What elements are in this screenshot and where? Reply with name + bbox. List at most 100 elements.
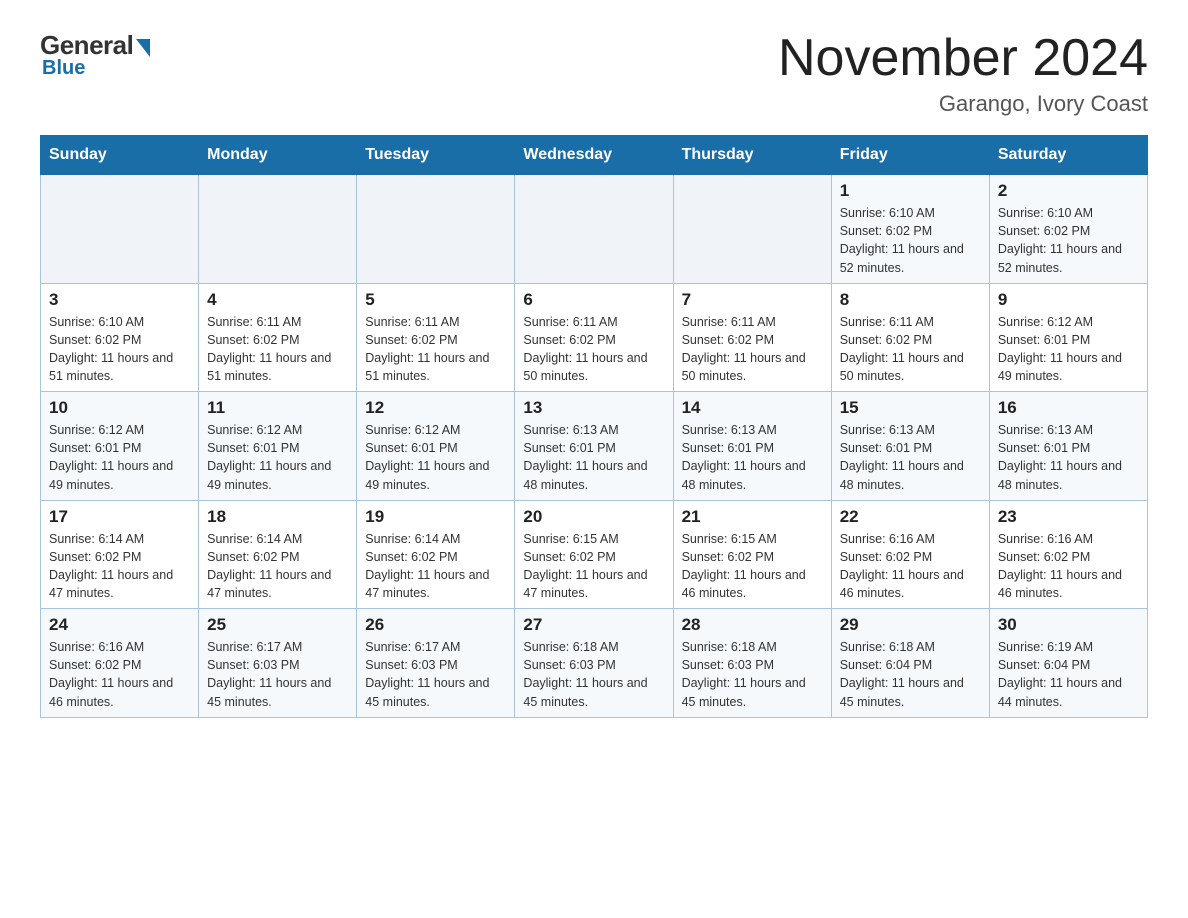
day-info: Sunrise: 6:10 AMSunset: 6:02 PMDaylight:…: [49, 313, 190, 386]
day-number: 21: [682, 507, 823, 527]
day-info: Sunrise: 6:16 AMSunset: 6:02 PMDaylight:…: [840, 530, 981, 603]
day-number: 17: [49, 507, 190, 527]
calendar-header-row: SundayMondayTuesdayWednesdayThursdayFrid…: [41, 136, 1148, 175]
calendar-cell: 27 Sunrise: 6:18 AMSunset: 6:03 PMDayligh…: [515, 609, 673, 718]
day-number: 18: [207, 507, 348, 527]
calendar-cell: [673, 175, 831, 284]
calendar-week-row: 24 Sunrise: 6:16 AMSunset: 6:02 PMDayligh…: [41, 609, 1148, 718]
day-of-week-header: Wednesday: [515, 136, 673, 175]
day-info: Sunrise: 6:19 AMSunset: 6:04 PMDaylight:…: [998, 638, 1139, 711]
day-info: Sunrise: 6:18 AMSunset: 6:04 PMDaylight:…: [840, 638, 981, 711]
calendar-cell: 13Sunrise: 6:13 AMSunset: 6:01 PMDayligh…: [515, 392, 673, 501]
day-number: 15: [840, 398, 981, 418]
day-number: 30: [998, 615, 1139, 635]
day-info: Sunrise: 6:12 AMSunset: 6:01 PMDaylight:…: [49, 421, 190, 494]
calendar-cell: 19Sunrise: 6:14 AMSunset: 6:02 PMDayligh…: [357, 500, 515, 609]
day-info: Sunrise: 6:13 AMSunset: 6:01 PMDaylight:…: [682, 421, 823, 494]
day-info: Sunrise: 6:13 AMSunset: 6:01 PMDaylight:…: [998, 421, 1139, 494]
calendar-cell: 24 Sunrise: 6:16 AMSunset: 6:02 PMDayligh…: [41, 609, 199, 718]
day-of-week-header: Sunday: [41, 136, 199, 175]
calendar-cell: 26Sunrise: 6:17 AMSunset: 6:03 PMDayligh…: [357, 609, 515, 718]
day-info: Sunrise: 6:12 AMSunset: 6:01 PMDaylight:…: [998, 313, 1139, 386]
calendar-cell: 17 Sunrise: 6:14 AMSunset: 6:02 PMDayligh…: [41, 500, 199, 609]
calendar-cell: 12 Sunrise: 6:12 AMSunset: 6:01 PMDayligh…: [357, 392, 515, 501]
calendar-cell: 23 Sunrise: 6:16 AMSunset: 6:02 PMDayligh…: [989, 500, 1147, 609]
day-of-week-header: Friday: [831, 136, 989, 175]
day-number: 27: [523, 615, 664, 635]
calendar-cell: 25Sunrise: 6:17 AMSunset: 6:03 PMDayligh…: [199, 609, 357, 718]
calendar-cell: 29 Sunrise: 6:18 AMSunset: 6:04 PMDayligh…: [831, 609, 989, 718]
calendar-cell: 14 Sunrise: 6:13 AMSunset: 6:01 PMDayligh…: [673, 392, 831, 501]
calendar-cell: 28 Sunrise: 6:18 AMSunset: 6:03 PMDayligh…: [673, 609, 831, 718]
calendar-cell: 16 Sunrise: 6:13 AMSunset: 6:01 PMDayligh…: [989, 392, 1147, 501]
day-info: Sunrise: 6:14 AMSunset: 6:02 PMDaylight:…: [49, 530, 190, 603]
calendar-cell: 30 Sunrise: 6:19 AMSunset: 6:04 PMDayligh…: [989, 609, 1147, 718]
day-number: 7: [682, 290, 823, 310]
calendar-cell: 5 Sunrise: 6:11 AMSunset: 6:02 PMDaylight…: [357, 283, 515, 392]
day-number: 20: [523, 507, 664, 527]
day-number: 2: [998, 181, 1139, 201]
calendar-cell: 15 Sunrise: 6:13 AMSunset: 6:01 PMDayligh…: [831, 392, 989, 501]
day-info: Sunrise: 6:11 AMSunset: 6:02 PMDaylight:…: [207, 313, 348, 386]
calendar-cell: 7 Sunrise: 6:11 AMSunset: 6:02 PMDaylight…: [673, 283, 831, 392]
calendar-cell: 4Sunrise: 6:11 AMSunset: 6:02 PMDaylight…: [199, 283, 357, 392]
day-info: Sunrise: 6:14 AMSunset: 6:02 PMDaylight:…: [207, 530, 348, 603]
logo-blue-text: Blue: [42, 57, 85, 80]
day-info: Sunrise: 6:18 AMSunset: 6:03 PMDaylight:…: [682, 638, 823, 711]
day-number: 16: [998, 398, 1139, 418]
day-info: Sunrise: 6:11 AMSunset: 6:02 PMDaylight:…: [682, 313, 823, 386]
calendar-cell: 6 Sunrise: 6:11 AMSunset: 6:02 PMDaylight…: [515, 283, 673, 392]
day-number: 23: [998, 507, 1139, 527]
calendar-table: SundayMondayTuesdayWednesdayThursdayFrid…: [40, 135, 1148, 718]
day-info: Sunrise: 6:17 AMSunset: 6:03 PMDaylight:…: [207, 638, 348, 711]
calendar-week-row: 10 Sunrise: 6:12 AMSunset: 6:01 PMDayligh…: [41, 392, 1148, 501]
day-info: Sunrise: 6:17 AMSunset: 6:03 PMDaylight:…: [365, 638, 506, 711]
day-info: Sunrise: 6:11 AMSunset: 6:02 PMDaylight:…: [523, 313, 664, 386]
day-info: Sunrise: 6:16 AMSunset: 6:02 PMDaylight:…: [49, 638, 190, 711]
day-info: Sunrise: 6:11 AMSunset: 6:02 PMDaylight:…: [365, 313, 506, 386]
calendar-cell: 3Sunrise: 6:10 AMSunset: 6:02 PMDaylight…: [41, 283, 199, 392]
calendar-cell: 18 Sunrise: 6:14 AMSunset: 6:02 PMDayligh…: [199, 500, 357, 609]
day-number: 29: [840, 615, 981, 635]
day-of-week-header: Thursday: [673, 136, 831, 175]
calendar-week-row: 17 Sunrise: 6:14 AMSunset: 6:02 PMDayligh…: [41, 500, 1148, 609]
day-number: 6: [523, 290, 664, 310]
calendar-cell: [199, 175, 357, 284]
day-number: 14: [682, 398, 823, 418]
day-number: 8: [840, 290, 981, 310]
page-header: General Blue November 2024 Garango, Ivor…: [40, 30, 1148, 117]
day-number: 19: [365, 507, 506, 527]
day-number: 22: [840, 507, 981, 527]
day-number: 1: [840, 181, 981, 201]
day-info: Sunrise: 6:13 AMSunset: 6:01 PMDaylight:…: [523, 421, 664, 494]
calendar-week-row: 1Sunrise: 6:10 AMSunset: 6:02 PMDaylight…: [41, 175, 1148, 284]
day-of-week-header: Saturday: [989, 136, 1147, 175]
day-info: Sunrise: 6:15 AMSunset: 6:02 PMDaylight:…: [682, 530, 823, 603]
day-of-week-header: Tuesday: [357, 136, 515, 175]
location-subtitle: Garango, Ivory Coast: [778, 91, 1148, 117]
calendar-cell: 21 Sunrise: 6:15 AMSunset: 6:02 PMDayligh…: [673, 500, 831, 609]
day-info: Sunrise: 6:12 AMSunset: 6:01 PMDaylight:…: [365, 421, 506, 494]
calendar-cell: [515, 175, 673, 284]
day-info: Sunrise: 6:18 AMSunset: 6:03 PMDaylight:…: [523, 638, 664, 711]
calendar-cell: 8Sunrise: 6:11 AMSunset: 6:02 PMDaylight…: [831, 283, 989, 392]
calendar-cell: 11Sunrise: 6:12 AMSunset: 6:01 PMDayligh…: [199, 392, 357, 501]
logo-triangle-icon: [136, 39, 150, 57]
calendar-cell: 9 Sunrise: 6:12 AMSunset: 6:01 PMDaylight…: [989, 283, 1147, 392]
title-section: November 2024 Garango, Ivory Coast: [778, 30, 1148, 117]
day-number: 5: [365, 290, 506, 310]
calendar-cell: 1Sunrise: 6:10 AMSunset: 6:02 PMDaylight…: [831, 175, 989, 284]
calendar-cell: 10 Sunrise: 6:12 AMSunset: 6:01 PMDayligh…: [41, 392, 199, 501]
day-number: 10: [49, 398, 190, 418]
day-info: Sunrise: 6:12 AMSunset: 6:01 PMDaylight:…: [207, 421, 348, 494]
day-info: Sunrise: 6:15 AMSunset: 6:02 PMDaylight:…: [523, 530, 664, 603]
day-info: Sunrise: 6:13 AMSunset: 6:01 PMDaylight:…: [840, 421, 981, 494]
day-info: Sunrise: 6:16 AMSunset: 6:02 PMDaylight:…: [998, 530, 1139, 603]
day-number: 24: [49, 615, 190, 635]
day-number: 9: [998, 290, 1139, 310]
calendar-cell: [357, 175, 515, 284]
logo: General Blue: [40, 30, 150, 80]
day-number: 28: [682, 615, 823, 635]
day-number: 12: [365, 398, 506, 418]
calendar-cell: 20 Sunrise: 6:15 AMSunset: 6:02 PMDayligh…: [515, 500, 673, 609]
